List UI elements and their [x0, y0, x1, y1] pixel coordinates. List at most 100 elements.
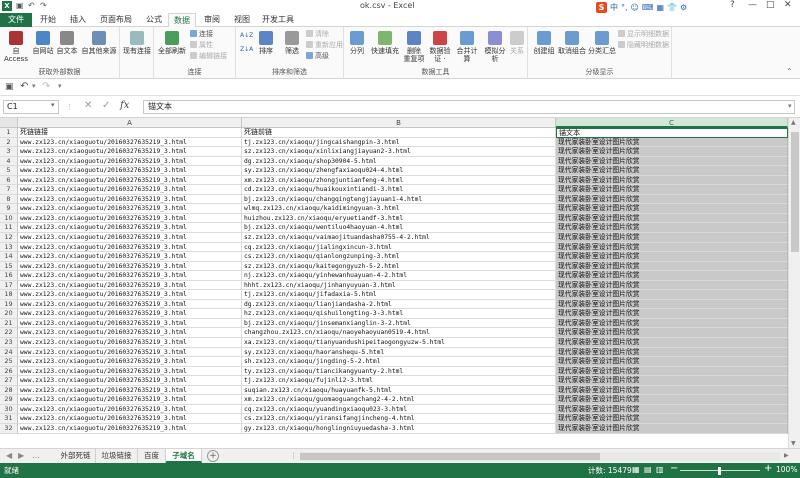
- row-number[interactable]: 32: [0, 423, 18, 434]
- cell-b[interactable]: bj.zx123.cn/xiaoqu/wentiluo4haoyuan-4.ht…: [242, 223, 556, 234]
- show-detail-button[interactable]: 显示明细数据: [618, 30, 669, 39]
- cell-a[interactable]: www.zx123.cn/xiaoguotu/20160327635219_3.…: [18, 175, 242, 186]
- cell-c[interactable]: 现代家装卧室设计图片欣赏: [556, 347, 788, 358]
- cell-b[interactable]: cs.zx123.cn/xiaoqu/yiransifangjincheng-4…: [242, 414, 556, 424]
- expand-formula-icon[interactable]: ▾: [788, 102, 792, 110]
- cell-a[interactable]: www.zx123.cn/xiaoguotu/20160327635219_3.…: [18, 147, 242, 157]
- cell-c[interactable]: 现代家装卧室设计图片欣赏: [556, 261, 788, 272]
- cell-a[interactable]: www.zx123.cn/xiaoguotu/20160327635219_3.…: [18, 242, 242, 253]
- text-to-columns-button[interactable]: 分列: [346, 31, 368, 55]
- row-number[interactable]: 3: [0, 147, 18, 157]
- cell-c[interactable]: 现代家装卧室设计图片欣赏: [556, 185, 788, 195]
- connections-button[interactable]: 连接: [190, 30, 213, 39]
- chevron-down-icon[interactable]: ▾: [51, 101, 55, 109]
- redo-icon[interactable]: ↷: [42, 81, 50, 92]
- confirm-icon[interactable]: ✓: [102, 100, 110, 111]
- cell-a[interactable]: www.zx123.cn/xiaoguotu/20160327635219_3.…: [18, 204, 242, 214]
- cell-a[interactable]: www.zx123.cn/xiaoguotu/20160327635219_3.…: [18, 414, 242, 424]
- cell-c[interactable]: 现代家装卧室设计图片欣赏: [556, 366, 788, 377]
- cell-c[interactable]: 现代家装卧室设计图片欣赏: [556, 290, 788, 300]
- zoom-level[interactable]: 100%: [776, 465, 797, 474]
- undo-icon[interactable]: ↶: [28, 1, 35, 10]
- cell-a[interactable]: www.zx123.cn/xiaoguotu/20160327635219_3.…: [18, 271, 242, 281]
- cell-b[interactable]: nj.zx123.cn/xiaoqu/yinhewanhuayuan-4-2.h…: [242, 271, 556, 281]
- ime-item[interactable]: 👕: [667, 3, 677, 12]
- cell-c[interactable]: 现代家装卧室设计图片欣赏: [556, 204, 788, 214]
- cell-a[interactable]: www.zx123.cn/xiaoguotu/20160327635219_3.…: [18, 213, 242, 224]
- sort-descending-button[interactable]: Z↓A: [240, 45, 253, 54]
- cell-c[interactable]: 现代家装卧室设计图片欣赏: [556, 423, 788, 434]
- row-number[interactable]: 30: [0, 404, 18, 415]
- cell-a[interactable]: www.zx123.cn/xiaoguotu/20160327635219_3.…: [18, 338, 242, 348]
- prev-sheet-icon[interactable]: ◀: [6, 451, 12, 460]
- row-number[interactable]: 27: [0, 376, 18, 386]
- cell-b[interactable]: xm.zx123.cn/xiaoqu/guomaoguangchang2-4-2…: [242, 395, 556, 405]
- cell-c[interactable]: 现代家装卧室设计图片欣赏: [556, 194, 788, 205]
- cell-c[interactable]: 现代家装卧室设计图片欣赏: [556, 328, 788, 339]
- sort-ascending-button[interactable]: A↓Z: [240, 31, 253, 40]
- row-number[interactable]: 11: [0, 223, 18, 234]
- cell-b[interactable]: xm.zx123.cn/xiaoqu/zhongjuntianfeng-4.ht…: [242, 175, 556, 186]
- cell-c[interactable]: 现代家装卧室设计图片欣赏: [556, 299, 788, 310]
- cell-b[interactable]: dg.zx123.cn/xiaoqu/shop30904-5.html: [242, 156, 556, 167]
- cell-b[interactable]: gy.zx123.cn/xiaoqu/honglingniuyuedasha-3…: [242, 423, 556, 434]
- tab-view[interactable]: 视图: [228, 13, 256, 27]
- cell-b[interactable]: xa.zx123.cn/xiaoqu/tianyuandushipeitaogo…: [242, 338, 556, 348]
- cell-a[interactable]: www.zx123.cn/xiaoguotu/20160327635219_3.…: [18, 156, 242, 167]
- cell-c[interactable]: 现代家装卧室设计图片欣赏: [556, 357, 788, 367]
- cell-c[interactable]: 现代家装卧室设计图片欣赏: [556, 166, 788, 176]
- row-number[interactable]: 23: [0, 338, 18, 348]
- column-header-b[interactable]: B: [242, 118, 556, 128]
- ungroup-button[interactable]: 取消组合: [558, 31, 586, 55]
- cell-c[interactable]: 现代家装卧室设计图片欣赏: [556, 395, 788, 405]
- cell-b[interactable]: tj.zx123.cn/xiaoqu/jingcaishangpin-3.htm…: [242, 137, 556, 148]
- cell-c[interactable]: 现代家装卧室设计图片欣赏: [556, 147, 788, 157]
- cell-b[interactable]: sz.zx123.cn/xiaoqu/vaimaojituandasha0755…: [242, 233, 556, 243]
- sheet-tab[interactable]: 外部死链: [56, 449, 96, 463]
- cell-a[interactable]: 死链链接: [18, 128, 242, 138]
- advanced-button[interactable]: 高级: [306, 52, 329, 61]
- cell-a[interactable]: www.zx123.cn/xiaoguotu/20160327635219_3.…: [18, 280, 242, 291]
- undo-icon[interactable]: ↶: [20, 81, 28, 92]
- subtotal-button[interactable]: 分类汇总: [588, 31, 616, 55]
- save-icon[interactable]: ▣: [5, 82, 14, 92]
- cell-b[interactable]: suqian.zx123.cn/xiaoqu/huayuanfk-5.html: [242, 385, 556, 396]
- cell-a[interactable]: www.zx123.cn/xiaoguotu/20160327635219_3.…: [18, 385, 242, 396]
- cell-a[interactable]: www.zx123.cn/xiaoguotu/20160327635219_3.…: [18, 194, 242, 205]
- cell-c[interactable]: 现代家装卧室设计图片欣赏: [556, 414, 788, 424]
- cell-c[interactable]: 现代家装卧室设计图片欣赏: [556, 338, 788, 348]
- sheet-tab-active[interactable]: 子域名: [166, 449, 202, 463]
- row-number[interactable]: 8: [0, 194, 18, 205]
- cell-a[interactable]: www.zx123.cn/xiaoguotu/20160327635219_3.…: [18, 395, 242, 405]
- cell-b[interactable]: sz.zx123.cn/xiaoqu/xinlixiangjiayuan2-3.…: [242, 147, 556, 157]
- column-header-c[interactable]: C: [556, 118, 788, 128]
- cell-a[interactable]: www.zx123.cn/xiaoguotu/20160327635219_3.…: [18, 299, 242, 310]
- ime-item[interactable]: ⚙: [680, 3, 687, 12]
- reapply-button[interactable]: 重新应用: [306, 41, 343, 50]
- flash-fill-button[interactable]: 快速填充: [370, 31, 400, 55]
- cell-a[interactable]: www.zx123.cn/xiaoguotu/20160327635219_3.…: [18, 366, 242, 377]
- maximize-button[interactable]: □: [766, 0, 775, 10]
- row-number[interactable]: 6: [0, 175, 18, 186]
- close-button[interactable]: ✕: [784, 0, 792, 10]
- cell-b[interactable]: ty.zx123.cn/xiaoqu/tiancikangyuanty-2.ht…: [242, 366, 556, 377]
- cell-b[interactable]: bj.zx123.cn/xiaoqu/jinsemanxianglin-3-2.…: [242, 318, 556, 329]
- scroll-right-icon[interactable]: ▶: [784, 452, 789, 459]
- row-number[interactable]: 5: [0, 166, 18, 176]
- cell-c[interactable]: 锚文本: [556, 128, 788, 138]
- minimize-button[interactable]: —: [748, 0, 757, 10]
- cell-b[interactable]: sy.zx123.cn/xiaoqu/zhengfaxiaoqu024-4.ht…: [242, 166, 556, 176]
- cell-a[interactable]: www.zx123.cn/xiaoguotu/20160327635219_3.…: [18, 185, 242, 195]
- cell-b[interactable]: bj.zx123.cn/xiaoqu/changqingtengjiayuan1…: [242, 194, 556, 205]
- sort-button[interactable]: 排序: [254, 31, 278, 55]
- zoom-out-icon[interactable]: −: [670, 463, 678, 474]
- row-number[interactable]: 26: [0, 366, 18, 377]
- cell-a[interactable]: www.zx123.cn/xiaoguotu/20160327635219_3.…: [18, 357, 242, 367]
- cell-b[interactable]: sy.zx123.cn/xiaoqu/haoranshequ-5.html: [242, 347, 556, 358]
- cell-a[interactable]: www.zx123.cn/xiaoguotu/20160327635219_3.…: [18, 261, 242, 272]
- cell-a[interactable]: www.zx123.cn/xiaoguotu/20160327635219_3.…: [18, 376, 242, 386]
- cell-b[interactable]: 死链前链: [242, 128, 556, 138]
- consolidate-button[interactable]: 合并计算: [454, 31, 480, 63]
- add-sheet-icon[interactable]: +: [207, 450, 219, 462]
- cell-c[interactable]: 现代家装卧室设计图片欣赏: [556, 404, 788, 415]
